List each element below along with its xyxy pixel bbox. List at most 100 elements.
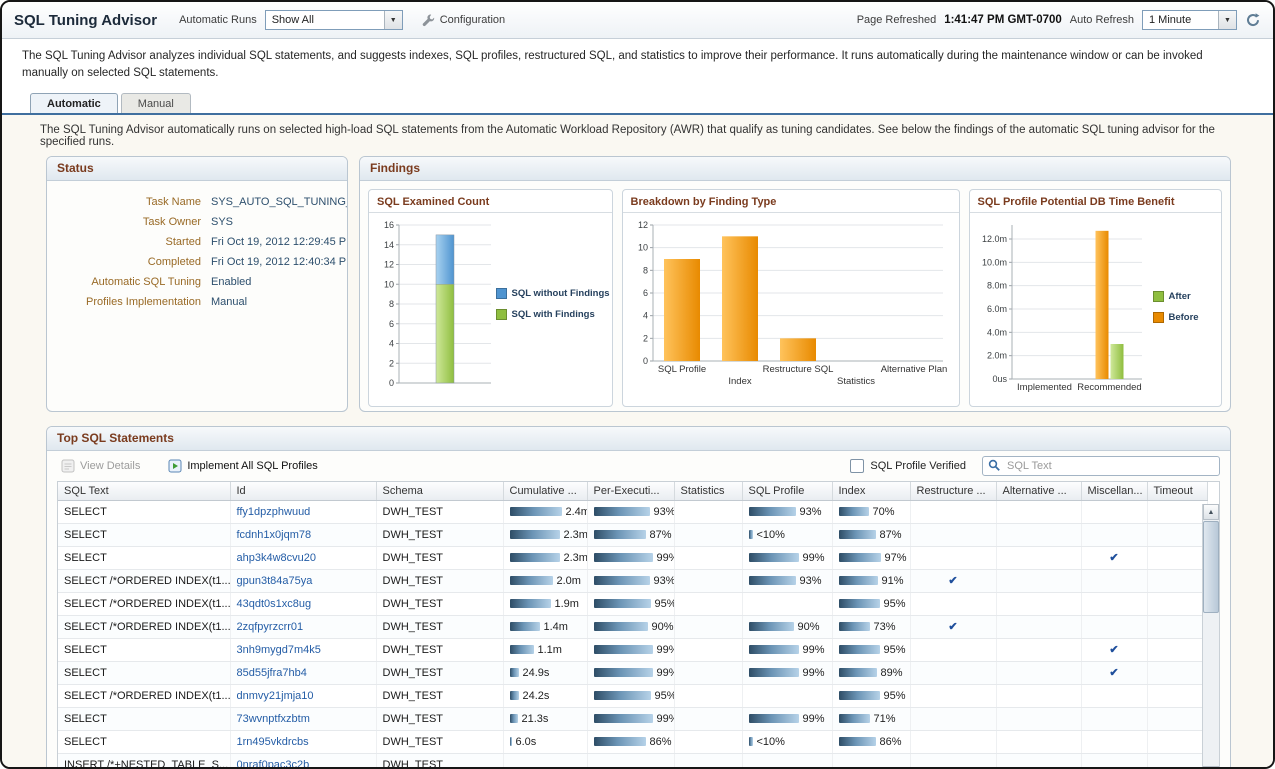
sql-id-cell: 3nh9mygd7m4k5 [230, 638, 376, 661]
sql-table-row[interactable]: SELECT /*ORDERED INDEX(t1...2zqfpyrzcrr0… [58, 615, 1207, 638]
index-bar [839, 576, 878, 585]
sql-id-link[interactable]: 43qdt0s1xc8ug [237, 598, 312, 610]
timeout-cell [1147, 753, 1207, 769]
cumulative-value: 2.3m [564, 529, 588, 541]
sql-text-cell: SELECT [58, 523, 230, 546]
legend-swatch-icon [496, 309, 507, 320]
refresh-icon[interactable] [1245, 12, 1261, 28]
tab-automatic[interactable]: Automatic [30, 93, 118, 113]
auto-refresh-select[interactable]: 1 Minute ▼ [1142, 10, 1237, 30]
scrollbar-thumb[interactable] [1203, 521, 1219, 613]
restructure-cell [910, 523, 996, 546]
sql-id-link[interactable]: ffy1dpzphwuud [237, 506, 311, 518]
search-input[interactable] [1005, 459, 1214, 473]
sql-id-link[interactable]: dnmvy21jmja10 [237, 690, 314, 702]
column-header-9[interactable]: Alternative ... [996, 482, 1081, 501]
cumulative-value: 24.9s [523, 667, 550, 679]
statistics-cell [674, 569, 742, 592]
runs-filter-select[interactable]: Show All ▼ [265, 10, 403, 30]
check-icon: ✔ [1109, 667, 1118, 679]
sql-text-cell: SELECT [58, 500, 230, 523]
chart-plot: 024681012SQL ProfileIndexRestructure SQL… [625, 215, 953, 399]
sql-table-row[interactable]: SELECTfcdnh1x0jqm78DWH_TEST2.3m87%<10%87… [58, 523, 1207, 546]
sql-table-row[interactable]: SELECT3nh9mygd7m4k5DWH_TEST1.1m99%99%95%… [58, 638, 1207, 661]
findings-body: SQL Examined Count 0246810121416SQL with… [360, 181, 1230, 412]
column-header-1[interactable]: Id [230, 482, 376, 501]
per_execution-bar [594, 691, 651, 700]
sql-id-link[interactable]: fcdnh1x0jqm78 [237, 529, 312, 541]
sql-table-row[interactable]: SELECT /*ORDERED INDEX(t1...gpun3t84a75y… [58, 569, 1207, 592]
sql-id-link[interactable]: ahp3k4w8cvu20 [237, 552, 317, 564]
status-field-label: Started [51, 235, 201, 249]
index-cell: 91% [832, 569, 910, 592]
sql-id-link[interactable]: 1rn495vkdrcbs [237, 736, 309, 748]
miscellaneous-cell [1081, 707, 1147, 730]
scroll-down-button[interactable]: ▼ [1203, 766, 1219, 769]
column-header-10[interactable]: Miscellan... [1081, 482, 1147, 501]
search-icon[interactable] [988, 459, 1001, 472]
sql-id-link[interactable]: 0nraf0pac3c2b [237, 759, 310, 769]
sql_profile-cell [742, 684, 832, 707]
sql-id-link[interactable]: 3nh9mygd7m4k5 [237, 644, 321, 656]
status-field-label: Task Name [51, 195, 201, 209]
svg-text:4: 4 [389, 338, 394, 348]
legend-item: After [1153, 291, 1199, 302]
tab-manual[interactable]: Manual [121, 93, 191, 113]
sql-table-row[interactable]: INSERT /*+NESTED_TABLE_S...0nraf0pac3c2b… [58, 753, 1207, 769]
svg-text:2: 2 [389, 358, 394, 368]
column-header-4[interactable]: Per-Executi... [587, 482, 674, 501]
index-cell: 95% [832, 592, 910, 615]
scroll-up-button[interactable]: ▲ [1203, 504, 1219, 520]
sql-table-row[interactable]: SELECTffy1dpzphwuudDWH_TEST2.4m93%93%70% [58, 500, 1207, 523]
restructure-cell [910, 638, 996, 661]
sql-table-row[interactable]: SELECT /*ORDERED INDEX(t1...43qdt0s1xc8u… [58, 592, 1207, 615]
column-header-0[interactable]: SQL Text [58, 482, 230, 501]
svg-text:0us: 0us [992, 374, 1007, 384]
chart-sql-examined-count: SQL Examined Count 0246810121416SQL with… [368, 189, 613, 407]
per_execution-cell: 87% [587, 523, 674, 546]
timeout-cell [1147, 730, 1207, 753]
alternative-cell [996, 707, 1081, 730]
configuration-link[interactable]: Configuration [421, 13, 505, 27]
status-field: StartedFri Oct 19, 2012 12:29:45 PM [51, 235, 339, 249]
implement-all-sql-profiles-button[interactable]: Implement All SQL Profiles [164, 457, 321, 475]
statistics-cell [674, 615, 742, 638]
miscellaneous-cell [1081, 569, 1147, 592]
sql-table-row[interactable]: SELECT /*ORDERED INDEX(t1...dnmvy21jmja1… [58, 684, 1207, 707]
refresh-group: Page Refreshed 1:41:47 PM GMT-0700 Auto … [857, 10, 1261, 30]
sql-id-link[interactable]: 85d55jfra7hb4 [237, 667, 307, 679]
miscellaneous-cell [1081, 753, 1147, 769]
panels-row: Status Task NameSYS_AUTO_SQL_TUNING_TASK… [46, 156, 1231, 412]
sql-id-link[interactable]: gpun3t84a75ya [237, 575, 313, 587]
alternative-cell [996, 638, 1081, 661]
legend-swatch-icon [496, 288, 507, 299]
sql-id-cell: 85d55jfra7hb4 [230, 661, 376, 684]
miscellaneous-cell [1081, 615, 1147, 638]
table-scrollbar[interactable]: ▲ ▼ [1202, 504, 1219, 769]
column-header-5[interactable]: Statistics [674, 482, 742, 501]
column-header-7[interactable]: Index [832, 482, 910, 501]
per_execution-bar [594, 645, 653, 654]
column-header-8[interactable]: Restructure ... [910, 482, 996, 501]
sql-id-link[interactable]: 73wvnptfxzbtm [237, 713, 310, 725]
column-header-2[interactable]: Schema [376, 482, 503, 501]
column-header-11[interactable]: Timeout [1147, 482, 1207, 501]
top-sql-panel-header: Top SQL Statements [47, 427, 1230, 451]
sql_profile-cell: 99% [742, 661, 832, 684]
restructure-cell [910, 684, 996, 707]
restructure-cell [910, 546, 996, 569]
sql-profile-verified-checkbox[interactable] [850, 459, 864, 473]
column-header-3[interactable]: Cumulative ... [503, 482, 587, 501]
sql-table-row[interactable]: SELECT73wvnptfxzbtmDWH_TEST21.3s99%99%71… [58, 707, 1207, 730]
sql-table-row[interactable]: SELECT1rn495vkdrcbsDWH_TEST6.0s86%<10%86… [58, 730, 1207, 753]
sql_profile-cell: <10% [742, 730, 832, 753]
statistics-cell [674, 661, 742, 684]
cumulative-bar [510, 576, 553, 585]
sql-table-row[interactable]: SELECT85d55jfra7hb4DWH_TEST24.9s99%99%89… [58, 661, 1207, 684]
schema-cell: DWH_TEST [376, 638, 503, 661]
sql-table-row[interactable]: SELECTahp3k4w8cvu20DWH_TEST2.3m99%99%97%… [58, 546, 1207, 569]
legend-item: Before [1153, 312, 1199, 323]
restructure-cell [910, 730, 996, 753]
sql-id-link[interactable]: 2zqfpyrzcrr01 [237, 621, 304, 633]
column-header-6[interactable]: SQL Profile [742, 482, 832, 501]
